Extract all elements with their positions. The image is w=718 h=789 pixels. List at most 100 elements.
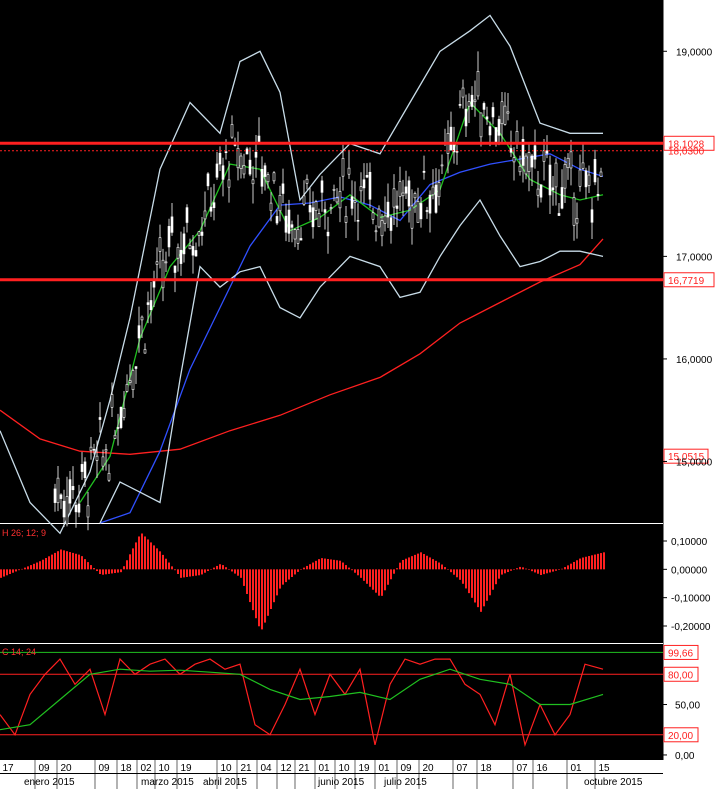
candle-body <box>425 210 429 212</box>
candle-body <box>410 205 414 229</box>
candle-body <box>170 216 174 233</box>
macd-bar <box>261 569 263 630</box>
candle-body <box>188 245 192 250</box>
macd-bar <box>393 569 395 574</box>
candle-body <box>539 184 543 198</box>
macd-bar <box>591 555 593 570</box>
candle-body <box>242 165 246 175</box>
price-series-line <box>99 198 604 524</box>
x-day-label: 09 <box>400 763 412 774</box>
candle-body <box>557 213 561 216</box>
macd-bar <box>93 568 95 570</box>
y-tick-label: -0,10000 <box>671 594 711 605</box>
macd-label: H 26; 12; 9 <box>2 528 46 538</box>
candle-body <box>134 366 138 369</box>
candle-body <box>269 202 273 211</box>
macd-bar <box>135 542 137 570</box>
candle-body <box>590 209 594 223</box>
x-day-label: 02 <box>140 763 152 774</box>
macd-bar <box>279 569 281 589</box>
candle-body <box>245 148 249 155</box>
candle-body <box>71 486 75 491</box>
candle-body <box>158 237 162 252</box>
candle-body <box>470 94 474 107</box>
candle-body <box>485 116 489 120</box>
candle-body <box>437 182 441 198</box>
y-tick-label: 19,0000 <box>676 47 713 58</box>
candle-body <box>455 150 459 153</box>
candle-body <box>554 162 558 188</box>
candle-body <box>512 157 516 163</box>
macd-bar <box>369 569 371 587</box>
candle-body <box>407 180 411 207</box>
candle-body <box>371 212 375 220</box>
macd-bar <box>459 569 461 580</box>
candle-body <box>146 302 150 305</box>
macd-bar <box>408 557 410 570</box>
macd-bar <box>27 566 29 570</box>
macd-bar <box>573 561 575 570</box>
macd-bar <box>420 552 422 570</box>
macd-bar <box>234 569 236 574</box>
macd-bar <box>582 557 584 570</box>
macd-bar <box>177 569 179 575</box>
macd-bar <box>315 560 317 570</box>
candle-body <box>551 187 555 191</box>
macd-bar <box>123 566 125 570</box>
candle-body <box>248 159 252 175</box>
y-tick-label: -0,20000 <box>671 622 711 633</box>
candle-body <box>173 265 177 273</box>
macd-bar <box>3 569 5 577</box>
candle-body <box>98 417 102 420</box>
macd-bar <box>72 552 74 570</box>
x-month-label: enero 2015 <box>24 777 75 788</box>
macd-bar <box>18 569 20 571</box>
candle-body <box>56 477 60 504</box>
candle-body <box>95 455 99 461</box>
x-day-label: 21 <box>298 763 310 774</box>
candle-body <box>278 194 282 212</box>
macd-bar <box>462 569 464 584</box>
candle-body <box>224 151 228 153</box>
macd-bar <box>432 559 434 570</box>
candle-body <box>149 300 153 311</box>
macd-bar <box>159 551 161 570</box>
candle-body <box>128 380 132 383</box>
macd-bar <box>141 533 143 570</box>
macd-bar <box>78 554 80 570</box>
candle-body <box>536 188 540 196</box>
macd-bar <box>507 569 509 573</box>
macd-bar <box>576 560 578 570</box>
macd-bar <box>303 567 305 570</box>
macd-bar <box>219 564 221 570</box>
macd-bar <box>267 569 269 616</box>
macd-bar <box>156 548 158 570</box>
macd-bar <box>96 569 98 572</box>
candle-body <box>119 406 123 428</box>
macd-bar <box>264 569 266 623</box>
candle-body <box>575 218 579 224</box>
candle-body <box>263 165 267 177</box>
macd-bar <box>24 567 26 570</box>
candle-body <box>476 71 480 97</box>
macd-bar <box>309 564 311 570</box>
x-day-label: 07 <box>516 763 528 774</box>
macd-bar <box>240 569 242 578</box>
candle-body <box>74 504 78 513</box>
macd-bar <box>195 569 197 576</box>
macd-bar <box>255 569 257 619</box>
candle-body <box>296 229 300 244</box>
macd-bar <box>366 569 368 584</box>
macd-bar <box>189 569 191 577</box>
candle-body <box>65 496 69 525</box>
macd-bar <box>246 569 248 594</box>
macd-bar <box>531 569 533 572</box>
candle-body <box>290 224 294 228</box>
candle-body <box>203 210 207 220</box>
macd-bar <box>348 567 350 570</box>
x-day-label: 10 <box>338 763 350 774</box>
candle-body <box>113 434 117 439</box>
macd-bar <box>402 559 404 570</box>
x-day-label: 19 <box>358 763 370 774</box>
price-level-label: 16,7719 <box>668 276 705 287</box>
